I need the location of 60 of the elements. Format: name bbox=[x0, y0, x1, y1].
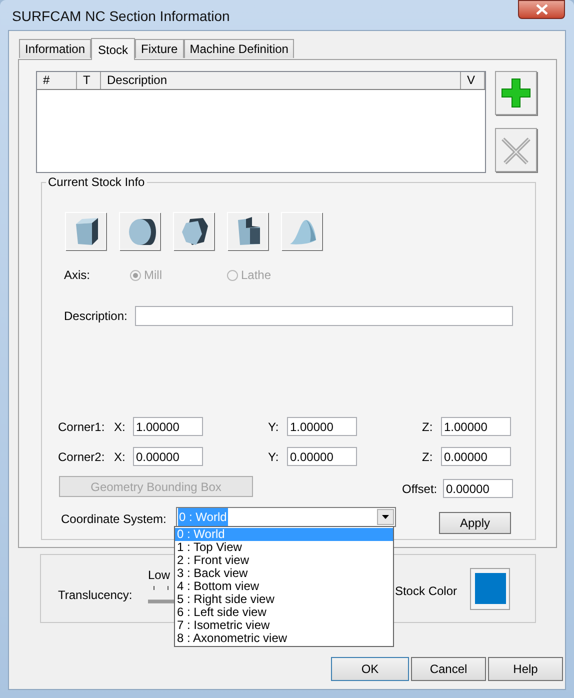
caret-icon bbox=[382, 515, 389, 519]
shape-button[interactable] bbox=[227, 212, 268, 250]
dropdown-option[interactable]: 5 : Right side view bbox=[175, 593, 393, 606]
slider-label: Low bbox=[148, 566, 170, 584]
radio-label: Lathe bbox=[241, 267, 272, 284]
column-header[interactable]: T bbox=[77, 72, 101, 89]
shape-button[interactable] bbox=[173, 212, 214, 250]
dropdown-arrow-button[interactable] bbox=[377, 509, 394, 525]
close-icon bbox=[536, 4, 548, 15]
dialog-button[interactable]: OK bbox=[331, 657, 409, 681]
dropdown-option[interactable]: 4 : Bottom view bbox=[175, 580, 393, 593]
field-label: X: bbox=[114, 448, 126, 466]
field-label: Translucency: bbox=[58, 586, 134, 604]
tab[interactable]: Stock bbox=[91, 38, 136, 60]
field-label: Coordinate System: bbox=[61, 511, 168, 528]
dropdown-option[interactable]: 3 : Back view bbox=[175, 567, 393, 580]
field-label: X: bbox=[114, 418, 126, 436]
apply-button[interactable]: Apply bbox=[439, 512, 511, 534]
shape-button[interactable] bbox=[119, 212, 160, 250]
dropdown-option[interactable]: 6 : Left side view bbox=[175, 606, 393, 619]
radio-label: Mill bbox=[144, 267, 162, 284]
field-label: Description: bbox=[64, 308, 128, 325]
dialog-button[interactable]: Cancel bbox=[411, 657, 486, 681]
dialog-button[interactable]: Help bbox=[488, 657, 563, 681]
stock-list[interactable]: # T Description V bbox=[36, 71, 486, 173]
field-label: Corner1: bbox=[58, 418, 106, 436]
coordinate-field[interactable]: 0.00000 bbox=[441, 447, 511, 466]
column-header[interactable]: # bbox=[37, 72, 77, 89]
dropdown-option[interactable]: 1 : Top View bbox=[175, 541, 393, 554]
add-button[interactable] bbox=[495, 71, 537, 115]
group-title: Current Stock Info bbox=[47, 174, 146, 191]
coordinate-field[interactable]: 0.00000 bbox=[133, 447, 203, 466]
field-label: Axis: bbox=[64, 267, 92, 284]
coordinate-field[interactable]: 1.00000 bbox=[441, 417, 511, 436]
column-header[interactable]: V bbox=[461, 72, 485, 89]
shape-button[interactable] bbox=[65, 212, 106, 250]
tab[interactable]: Machine Definition bbox=[184, 39, 294, 58]
field-label: Stock Color bbox=[394, 582, 457, 600]
column-header[interactable]: Description bbox=[101, 72, 461, 89]
coordinate-field[interactable]: 0.00000 bbox=[287, 447, 357, 466]
field-label: Y: bbox=[268, 448, 280, 466]
field-label: Offset: bbox=[402, 480, 438, 498]
stock-color-button[interactable] bbox=[470, 568, 510, 610]
dropdown-value: 0 : World bbox=[178, 508, 228, 526]
close-button[interactable] bbox=[518, 0, 565, 19]
coordinate-field[interactable]: 1.00000 bbox=[133, 417, 203, 436]
coordinate-field[interactable]: 1.00000 bbox=[287, 417, 357, 436]
dropdown-option[interactable]: 2 : Front view bbox=[175, 554, 393, 567]
description-field[interactable] bbox=[135, 306, 513, 326]
field-label: Z: bbox=[422, 448, 434, 466]
plus-icon bbox=[500, 77, 532, 109]
dropdown-option[interactable]: 7 : Isometric view bbox=[175, 619, 393, 632]
field-label: Corner2: bbox=[58, 448, 106, 466]
window-title: SURFCAM NC Section Information bbox=[12, 7, 230, 26]
offset-field[interactable]: 0.00000 bbox=[443, 479, 513, 498]
field-label: Y: bbox=[268, 418, 280, 436]
tab[interactable]: Information bbox=[19, 39, 92, 58]
tab[interactable]: Fixture bbox=[135, 39, 184, 58]
field-label: Z: bbox=[422, 418, 434, 436]
dropdown-option[interactable]: 8 : Axonometric view bbox=[175, 632, 393, 645]
